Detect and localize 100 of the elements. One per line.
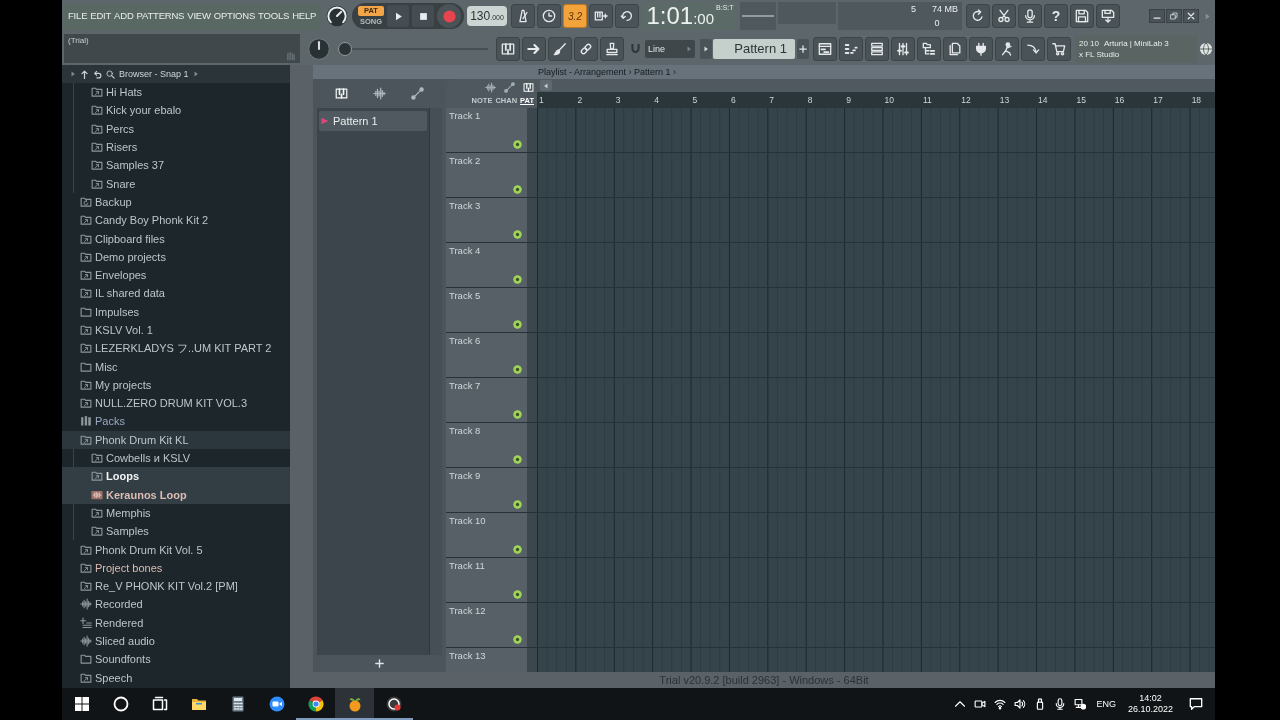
caret-icon[interactable] bbox=[192, 71, 199, 77]
toolbar-button[interactable] bbox=[865, 36, 889, 61]
news-headline[interactable]: Arturia | MiniLab 3 bbox=[1104, 37, 1169, 49]
browser-item[interactable]: Samples 37 bbox=[62, 156, 290, 175]
close-button[interactable] bbox=[1183, 9, 1199, 23]
track-header[interactable]: Track 2 bbox=[446, 153, 527, 197]
browser-item[interactable]: Envelopes bbox=[62, 265, 290, 285]
toolbar-button[interactable] bbox=[1070, 4, 1094, 28]
status-dot-icon[interactable] bbox=[513, 140, 522, 149]
browser-item[interactable]: Project bones bbox=[62, 558, 290, 577]
clock-button[interactable]: 14:02 26.10.2022 bbox=[1127, 693, 1173, 715]
microphone-icon[interactable] bbox=[1054, 698, 1067, 710]
toolbar-button[interactable] bbox=[813, 36, 837, 61]
status-dot-icon[interactable] bbox=[513, 410, 522, 419]
status-dot-icon[interactable] bbox=[513, 455, 522, 464]
menu-item[interactable]: ADD bbox=[114, 9, 134, 23]
camera-icon[interactable] bbox=[974, 698, 987, 710]
toolbar-button[interactable] bbox=[574, 36, 598, 61]
menu-item[interactable]: HELP bbox=[292, 9, 317, 23]
piano-icon[interactable] bbox=[523, 82, 534, 93]
toolbar-button[interactable] bbox=[537, 4, 561, 28]
browser-item[interactable]: Packs bbox=[62, 412, 290, 431]
menu-item[interactable]: OPTIONS bbox=[213, 9, 256, 23]
minimize-button[interactable] bbox=[1149, 9, 1165, 23]
status-dot-icon[interactable] bbox=[513, 500, 522, 509]
slider-thumb[interactable] bbox=[338, 41, 352, 56]
track-header[interactable]: Track 8 bbox=[446, 423, 527, 467]
status-dot-icon[interactable] bbox=[513, 230, 522, 239]
browser-item[interactable]: Candy Boy Phonk Kit 2 bbox=[62, 211, 290, 230]
menu-item[interactable]: PATTERNS bbox=[136, 9, 185, 23]
scroll-bar[interactable] bbox=[537, 79, 1215, 92]
browser-item[interactable]: LEZERKLADYS フ..UM KIT PART 2 bbox=[62, 339, 290, 358]
waveform-icon[interactable] bbox=[373, 87, 386, 100]
status-dot-icon[interactable] bbox=[513, 365, 522, 374]
track-header[interactable]: Track 10 bbox=[446, 513, 527, 557]
toolbar-button[interactable] bbox=[891, 36, 915, 61]
status-dot-icon[interactable] bbox=[513, 320, 522, 329]
track-header[interactable]: Track 13 bbox=[446, 648, 527, 672]
browser-item[interactable]: Clipboard files bbox=[62, 229, 290, 248]
toolbar-button[interactable] bbox=[966, 4, 990, 28]
caret-icon[interactable] bbox=[70, 71, 76, 77]
chat-bubble-icon[interactable] bbox=[1189, 697, 1203, 711]
browser-item[interactable]: Speech bbox=[62, 668, 290, 687]
browser-item[interactable]: Memphis bbox=[62, 503, 290, 523]
browser-item[interactable]: Sliced audio bbox=[62, 631, 290, 651]
status-dot-icon[interactable] bbox=[513, 185, 522, 194]
browser-item[interactable]: Loops bbox=[62, 467, 290, 486]
toolbar-button[interactable] bbox=[943, 36, 967, 61]
browser-item[interactable]: Demo projects bbox=[62, 247, 290, 266]
toolbar-button[interactable] bbox=[589, 4, 613, 28]
add-button[interactable] bbox=[797, 38, 809, 59]
track-header[interactable]: Track 5 bbox=[446, 288, 527, 332]
menu-item[interactable]: FILE bbox=[68, 9, 88, 23]
toolbar-button[interactable] bbox=[839, 36, 863, 61]
toolbar-button[interactable] bbox=[496, 36, 520, 61]
play-button[interactable] bbox=[387, 5, 409, 27]
toolbar-button[interactable] bbox=[600, 36, 624, 61]
browser-item[interactable]: Recorded bbox=[62, 595, 290, 614]
browser-item[interactable]: Samples bbox=[62, 522, 290, 541]
countdown-button[interactable]: 3.2 bbox=[563, 4, 587, 28]
toolbar-button[interactable] bbox=[1096, 4, 1120, 28]
automation-icon[interactable] bbox=[410, 87, 424, 100]
waveform-icon[interactable] bbox=[485, 82, 496, 93]
timeline-ruler[interactable]: 1 2 3 4 5 6 7 8 9 10 11 12 13 14 15 16 17 18 bbox=[537, 92, 1215, 108]
speaker-icon[interactable] bbox=[1014, 698, 1027, 710]
track-header[interactable]: Track 1 bbox=[446, 108, 527, 152]
scroll-left-button[interactable] bbox=[540, 80, 552, 91]
add-pattern-button[interactable] bbox=[373, 657, 386, 670]
browser-item[interactable]: Percs bbox=[62, 119, 290, 138]
pattern-selector[interactable]: Pattern 1 bbox=[713, 38, 795, 59]
toolbar-button[interactable] bbox=[917, 36, 941, 61]
browser-item[interactable]: Hi Hats bbox=[62, 83, 290, 102]
knob[interactable] bbox=[326, 5, 348, 27]
toolbar-button[interactable] bbox=[1021, 36, 1045, 61]
pattern-arrow-button[interactable] bbox=[700, 38, 712, 59]
browser-item[interactable]: Snare bbox=[62, 174, 290, 193]
news-headline[interactable]: x FL Studio bbox=[1079, 48, 1193, 60]
piano-icon[interactable] bbox=[335, 87, 349, 100]
back-arrow-icon[interactable] bbox=[93, 69, 102, 79]
track-header[interactable]: Track 12 bbox=[446, 603, 527, 647]
help-button[interactable]: ? bbox=[1044, 4, 1068, 28]
globe-icon[interactable] bbox=[1199, 41, 1213, 56]
browser-item[interactable]: NULL.ZERO DRUM KIT VOL.3 bbox=[62, 394, 290, 413]
automation-icon[interactable] bbox=[504, 82, 515, 93]
up-arrow-icon[interactable] bbox=[80, 69, 89, 79]
browser-item[interactable]: My projects bbox=[62, 375, 290, 395]
pattern-item[interactable]: Pattern 1 bbox=[319, 111, 427, 131]
track-header[interactable]: Track 3 bbox=[446, 198, 527, 242]
track-header[interactable]: Track 6 bbox=[446, 333, 527, 377]
browser-item[interactable]: Kick your ebalo bbox=[62, 101, 290, 120]
toolbar-button[interactable] bbox=[995, 36, 1019, 61]
monitor-icon[interactable] bbox=[1074, 698, 1087, 710]
browser-item[interactable]: Phonk Drum Kit KL bbox=[62, 430, 290, 449]
snap-dropdown[interactable]: Line bbox=[645, 39, 695, 58]
toolbar-button[interactable] bbox=[969, 36, 993, 61]
browser-item[interactable]: IL shared data bbox=[62, 284, 290, 303]
browser-item[interactable]: Impulses bbox=[62, 302, 290, 321]
track-header[interactable]: Track 4 bbox=[446, 243, 527, 287]
browser-item[interactable]: Soundfonts bbox=[62, 650, 290, 669]
toolbar-button[interactable] bbox=[511, 4, 535, 28]
